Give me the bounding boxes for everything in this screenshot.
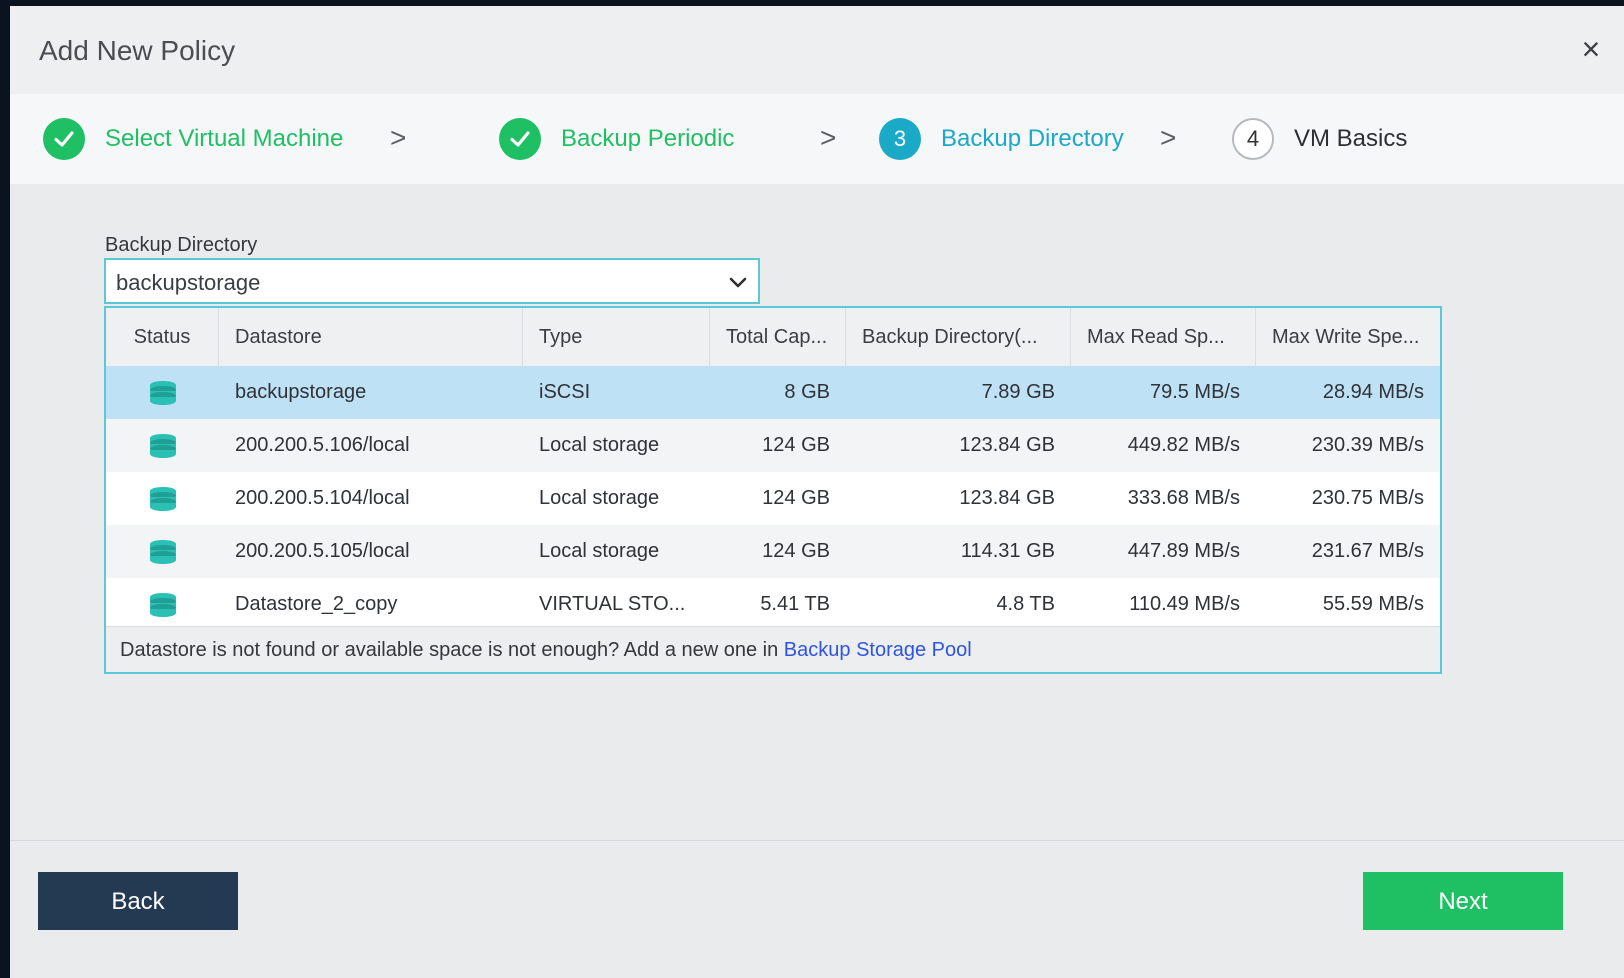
dialog-header: Add New Policy × [10,6,1624,94]
cell-total: 8 GB [784,381,830,403]
backup-directory-select[interactable]: backupstorage [104,258,760,304]
back-button[interactable]: Back [38,872,238,930]
step-label: Backup Periodic [561,125,735,152]
footer-divider [10,840,1624,841]
column-header-total-capacity[interactable]: Total Cap... [710,308,846,366]
cell-read: 447.89 MB/s [1127,540,1240,562]
table-row[interactable]: 200.200.5.104/local Local storage 124 GB 12… [106,472,1440,525]
step-backup-periodic[interactable]: Backup Periodic [499,94,734,184]
cell-backup-dir: 4.8 TB [996,593,1055,615]
table-row[interactable]: Datastore_2_copy VIRTUAL STO... 5.41 TB 4.8… [106,578,1440,631]
step-separator: > [820,122,837,153]
cell-total: 124 GB [762,434,830,456]
column-header-max-write-speed[interactable]: Max Write Spe... [1256,308,1440,366]
column-header-type[interactable]: Type [523,308,710,366]
next-button[interactable]: Next [1363,872,1563,930]
cell-type: Local storage [539,434,660,456]
cell-backup-dir: 114.31 GB [960,540,1055,562]
step-label: Backup Directory [941,125,1124,152]
cell-write: 230.39 MB/s [1311,434,1424,456]
cell-backup-dir: 123.84 GB [959,434,1055,456]
cell-type: Local storage [539,540,660,562]
cell-datastore: 200.200.5.104/local [235,487,410,509]
backup-directory-value: backupstorage [116,270,261,295]
database-icon [148,539,178,570]
column-header-backup-directory[interactable]: Backup Directory(... [846,308,1071,366]
step-number-badge: 4 [1232,118,1274,160]
cell-total: 124 GB [762,487,830,509]
cell-datastore: 200.200.5.106/local [235,434,410,456]
close-icon[interactable]: × [1576,33,1606,65]
database-icon [148,433,178,464]
column-header-max-read-speed[interactable]: Max Read Sp... [1071,308,1256,366]
table-row[interactable]: 200.200.5.105/local Local storage 124 GB 11… [106,525,1440,578]
cell-datastore: Datastore_2_copy [235,593,398,615]
dialog-title: Add New Policy [39,35,236,66]
table-header: Status Datastore Type Total Cap... Backu… [106,308,1440,367]
cell-write: 230.75 MB/s [1311,487,1424,509]
backup-storage-pool-link[interactable]: Backup Storage Pool [784,639,972,661]
step-label: Select Virtual Machine [105,125,344,152]
cell-write: 231.67 MB/s [1311,540,1424,562]
step-check-icon [43,118,85,160]
footer-text: Datastore is not found or available spac… [120,639,784,661]
step-label: VM Basics [1294,125,1408,152]
cell-read: 449.82 MB/s [1127,434,1240,456]
cell-read: 110.49 MB/s [1129,593,1240,615]
cell-write: 55.59 MB/s [1322,593,1424,615]
cell-backup-dir: 123.84 GB [959,487,1055,509]
column-header-status[interactable]: Status [106,308,219,366]
database-icon [148,380,178,411]
step-vm-basics[interactable]: 4 VM Basics [1232,94,1407,184]
step-number-badge: 3 [879,118,921,160]
cell-type: iSCSI [539,381,591,403]
column-header-datastore[interactable]: Datastore [219,308,523,366]
cell-type: VIRTUAL STO... [539,593,686,615]
backup-directory-label: Backup Directory [105,234,258,256]
chevron-down-icon [728,272,748,297]
cell-total: 124 GB [762,540,830,562]
cell-write: 28.94 MB/s [1322,381,1424,403]
cell-datastore: 200.200.5.105/local [235,540,410,562]
database-icon [148,592,178,623]
cell-read: 333.68 MB/s [1127,487,1240,509]
wizard-steps: Select Virtual Machine > Backup Periodic… [10,94,1624,184]
table-footer-note: Datastore is not found or available spac… [106,626,1440,672]
step-backup-directory[interactable]: 3 Backup Directory [879,94,1124,184]
add-new-policy-dialog: Add New Policy × Select Virtual Machine … [10,6,1624,978]
step-separator: > [1160,122,1177,153]
step-select-virtual-machine[interactable]: Select Virtual Machine [43,94,343,184]
database-icon [148,486,178,517]
step-check-icon [499,118,541,160]
cell-total: 5.41 TB [760,593,830,615]
table-row[interactable]: backupstorage iSCSI 8 GB 7.89 GB 79.5 MB/s 28… [106,366,1440,419]
step-separator: > [390,122,407,153]
cell-backup-dir: 7.89 GB [981,381,1055,403]
cell-datastore: backupstorage [235,381,367,403]
cell-type: Local storage [539,487,660,509]
cell-read: 79.5 MB/s [1149,381,1240,403]
datastore-table: Status Datastore Type Total Cap... Backu… [104,306,1442,674]
table-row[interactable]: 200.200.5.106/local Local storage 124 GB 12… [106,419,1440,472]
